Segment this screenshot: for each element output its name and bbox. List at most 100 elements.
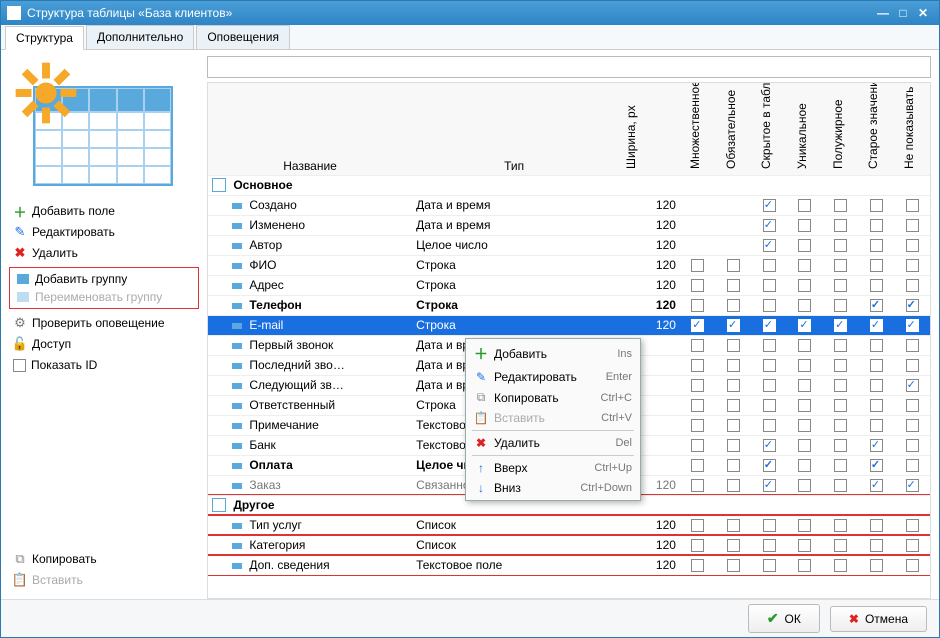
minimize-button[interactable]: — — [873, 6, 893, 20]
checkbox[interactable] — [870, 399, 883, 412]
table-row[interactable]: АвторЦелое число120 — [208, 235, 930, 255]
checkbox[interactable] — [834, 439, 847, 452]
checkbox[interactable] — [691, 479, 704, 492]
checkbox[interactable] — [727, 259, 740, 272]
table-row[interactable]: АдресСтрока120 — [208, 275, 930, 295]
checkbox[interactable] — [870, 339, 883, 352]
checkbox[interactable] — [691, 359, 704, 372]
checkbox[interactable] — [834, 219, 847, 232]
table-row[interactable]: СозданоДата и время120 — [208, 195, 930, 215]
action-copy[interactable]: ⧉Копировать — [9, 550, 199, 568]
checkbox[interactable] — [763, 319, 776, 332]
checkbox[interactable] — [870, 239, 883, 252]
checkbox[interactable] — [834, 559, 847, 572]
checkbox[interactable] — [906, 359, 919, 372]
tab-additional[interactable]: Дополнительно — [86, 25, 194, 49]
checkbox[interactable] — [763, 219, 776, 232]
ok-button[interactable]: ✔ОК — [748, 604, 820, 633]
checkbox[interactable] — [834, 259, 847, 272]
checkbox[interactable] — [727, 559, 740, 572]
checkbox[interactable] — [906, 539, 919, 552]
checkbox[interactable] — [763, 519, 776, 532]
checkbox[interactable] — [798, 519, 811, 532]
close-button[interactable]: ✕ — [913, 6, 933, 20]
cm-add[interactable]: ＋ДобавитьIns — [468, 341, 638, 367]
checkbox[interactable] — [763, 199, 776, 212]
checkbox[interactable] — [763, 359, 776, 372]
maximize-button[interactable]: □ — [893, 6, 913, 20]
checkbox[interactable] — [691, 319, 704, 332]
checkbox[interactable] — [798, 539, 811, 552]
action-check-notify[interactable]: ⚙Проверить оповещение — [9, 314, 199, 332]
action-add-group[interactable]: Добавить группу — [12, 270, 196, 288]
group-row[interactable]: Основное — [208, 175, 930, 195]
cm-edit[interactable]: ✎РедактироватьEnter — [468, 367, 638, 387]
checkbox[interactable] — [834, 479, 847, 492]
checkbox[interactable] — [906, 239, 919, 252]
checkbox[interactable] — [906, 219, 919, 232]
checkbox[interactable] — [798, 419, 811, 432]
checkbox[interactable] — [798, 319, 811, 332]
checkbox[interactable] — [763, 399, 776, 412]
checkbox[interactable] — [763, 259, 776, 272]
checkbox[interactable] — [727, 359, 740, 372]
checkbox[interactable] — [763, 299, 776, 312]
checkbox[interactable] — [834, 239, 847, 252]
checkbox[interactable] — [834, 299, 847, 312]
checkbox[interactable] — [798, 379, 811, 392]
checkbox[interactable] — [691, 419, 704, 432]
checkbox[interactable] — [763, 339, 776, 352]
checkbox[interactable] — [834, 279, 847, 292]
table-row[interactable]: E-mailСтрока120 — [208, 315, 930, 335]
checkbox[interactable] — [727, 299, 740, 312]
tab-structure[interactable]: Структура — [5, 26, 84, 50]
checkbox[interactable] — [870, 359, 883, 372]
checkbox[interactable] — [834, 459, 847, 472]
checkbox[interactable] — [727, 379, 740, 392]
checkbox[interactable] — [798, 259, 811, 272]
checkbox[interactable] — [763, 419, 776, 432]
checkbox[interactable] — [870, 439, 883, 452]
checkbox[interactable] — [870, 539, 883, 552]
checkbox[interactable] — [870, 279, 883, 292]
checkbox[interactable] — [727, 479, 740, 492]
checkbox[interactable] — [870, 419, 883, 432]
checkbox[interactable] — [691, 299, 704, 312]
cm-down[interactable]: ↓ВнизCtrl+Down — [468, 478, 638, 498]
checkbox[interactable] — [906, 279, 919, 292]
checkbox[interactable] — [691, 519, 704, 532]
checkbox[interactable] — [763, 559, 776, 572]
checkbox[interactable] — [906, 399, 919, 412]
cm-copy[interactable]: ⧉КопироватьCtrl+C — [468, 387, 638, 408]
checkbox[interactable] — [906, 419, 919, 432]
checkbox[interactable] — [691, 439, 704, 452]
checkbox[interactable] — [763, 239, 776, 252]
checkbox[interactable] — [798, 279, 811, 292]
checkbox[interactable] — [798, 299, 811, 312]
checkbox[interactable] — [906, 479, 919, 492]
table-row[interactable]: ТелефонСтрока120 — [208, 295, 930, 315]
checkbox[interactable] — [906, 459, 919, 472]
checkbox[interactable] — [727, 459, 740, 472]
checkbox[interactable] — [691, 539, 704, 552]
checkbox[interactable] — [798, 239, 811, 252]
checkbox[interactable] — [870, 379, 883, 392]
checkbox[interactable] — [798, 359, 811, 372]
search-input[interactable] — [207, 56, 931, 78]
checkbox[interactable] — [906, 379, 919, 392]
table-row[interactable]: Тип услугСписок120 — [208, 515, 930, 535]
checkbox[interactable] — [798, 219, 811, 232]
checkbox[interactable] — [834, 419, 847, 432]
checkbox[interactable] — [727, 279, 740, 292]
checkbox[interactable] — [798, 559, 811, 572]
checkbox[interactable] — [870, 299, 883, 312]
checkbox[interactable] — [906, 319, 919, 332]
checkbox[interactable] — [763, 279, 776, 292]
checkbox[interactable] — [798, 459, 811, 472]
cm-delete[interactable]: ✖УдалитьDel — [468, 433, 638, 453]
checkbox[interactable] — [870, 219, 883, 232]
checkbox[interactable] — [834, 319, 847, 332]
checkbox[interactable] — [798, 479, 811, 492]
checkbox[interactable] — [906, 559, 919, 572]
checkbox[interactable] — [727, 519, 740, 532]
